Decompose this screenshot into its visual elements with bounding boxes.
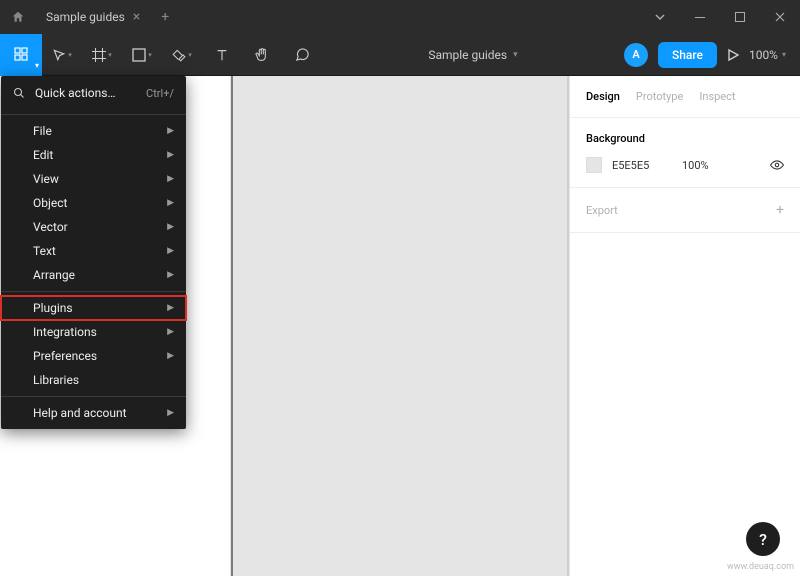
home-icon[interactable] [0,10,36,24]
submenu-arrow-icon: ▶ [167,126,174,136]
submenu-arrow-icon: ▶ [167,327,174,337]
submenu-arrow-icon: ▶ [167,408,174,418]
submenu-arrow-icon: ▶ [167,222,174,232]
menu-item-label: File [33,124,52,138]
submenu-arrow-icon: ▶ [167,150,174,160]
window-minimize-button[interactable] [680,0,720,34]
add-export-button[interactable]: + [776,202,784,218]
background-section: Background E5E5E5 100% [570,118,800,188]
submenu-arrow-icon: ▶ [167,174,174,184]
menu-item-integrations[interactable]: Integrations ▶ [1,320,186,344]
menu-item-libraries[interactable]: Libraries [1,368,186,392]
menu-item-label: Object [33,196,67,210]
window-dropdown-icon[interactable] [640,0,680,34]
menu-item-arrange[interactable]: Arrange ▶ [1,263,186,287]
watermark: www.deuaq.com [727,562,794,572]
chevron-down-icon: ▾ [513,50,518,60]
submenu-arrow-icon: ▶ [167,246,174,256]
window-close-button[interactable] [760,0,800,34]
menu-item-view[interactable]: View ▶ [1,167,186,191]
new-tab-button[interactable]: + [150,9,180,25]
text-tool[interactable] [202,34,242,76]
export-section: Export + [570,188,800,233]
avatar[interactable]: A [624,43,648,67]
search-icon [13,87,25,99]
menu-item-edit[interactable]: Edit ▶ [1,143,186,167]
chevron-down-icon: ▾ [782,50,786,59]
tab-design[interactable]: Design [586,90,620,103]
titlebar: Sample guides × + [0,0,800,34]
document-title[interactable]: Sample guides ▾ [322,48,624,62]
background-opacity[interactable]: 100% [682,159,722,172]
shape-tool[interactable]: ▾ [122,34,162,76]
help-button[interactable]: ? [746,522,780,556]
right-panel-tabs: Design Prototype Inspect [570,76,800,118]
window-tab[interactable]: Sample guides × [36,0,150,34]
hand-tool[interactable] [242,34,282,76]
right-panel: Design Prototype Inspect Background E5E5… [569,76,800,576]
tab-title: Sample guides [46,10,125,24]
menu-separator [1,291,186,292]
background-swatch[interactable] [586,157,602,173]
present-button[interactable] [727,48,739,62]
menu-item-object[interactable]: Object ▶ [1,191,186,215]
menu-separator [1,396,186,397]
menu-item-preferences[interactable]: Preferences ▶ [1,344,186,368]
menu-item-label: Help and account [33,406,127,420]
menu-item-label: Preferences [33,349,97,363]
menu-item-label: Integrations [33,325,97,339]
quick-actions-item[interactable]: Quick actions… Ctrl+/ [1,76,186,110]
background-title: Background [586,132,784,145]
menu-item-file[interactable]: File ▶ [1,119,186,143]
visibility-toggle-icon[interactable] [770,158,784,172]
main-menu-dropdown: Quick actions… Ctrl+/ File▶Edit▶View▶Obj… [1,76,186,429]
comment-tool[interactable] [282,34,322,76]
menu-separator [1,114,186,115]
toolbar: ▾ ▾ ▾ ▾ ▾ Sample guides ▾ A Share 100% ▾ [0,34,800,76]
menu-item-text[interactable]: Text ▶ [1,239,186,263]
close-tab-icon[interactable]: × [133,9,140,25]
tab-inspect[interactable]: Inspect [699,90,735,103]
background-hex[interactable]: E5E5E5 [612,159,672,172]
frame-tool[interactable]: ▾ [82,34,122,76]
menu-item-label: Vector [33,220,68,234]
menu-item-label: Libraries [33,373,79,387]
export-title: Export [586,204,618,217]
submenu-arrow-icon: ▶ [167,303,174,313]
menu-item-label: Arrange [33,268,75,282]
move-tool[interactable]: ▾ [42,34,82,76]
menu-item-label: View [33,172,59,186]
menu-item-label: Text [33,244,56,258]
share-button[interactable]: Share [658,42,717,68]
submenu-arrow-icon: ▶ [167,351,174,361]
chevron-down-icon: ▾ [35,61,39,70]
main-menu-button[interactable]: ▾ [0,34,42,76]
canvas[interactable] [231,76,569,576]
menu-item-label: Edit [33,148,53,162]
menu-item-vector[interactable]: Vector ▶ [1,215,186,239]
submenu-arrow-icon: ▶ [167,198,174,208]
shortcut-label: Ctrl+/ [146,87,174,100]
submenu-arrow-icon: ▶ [167,270,174,280]
tab-prototype[interactable]: Prototype [636,90,683,103]
menu-item-help-and-account[interactable]: Help and account ▶ [1,401,186,425]
pen-tool[interactable]: ▾ [162,34,202,76]
zoom-control[interactable]: 100% ▾ [749,48,786,62]
window-maximize-button[interactable] [720,0,760,34]
menu-item-label: Plugins [33,301,73,315]
menu-item-plugins[interactable]: Plugins ▶ [1,296,186,320]
